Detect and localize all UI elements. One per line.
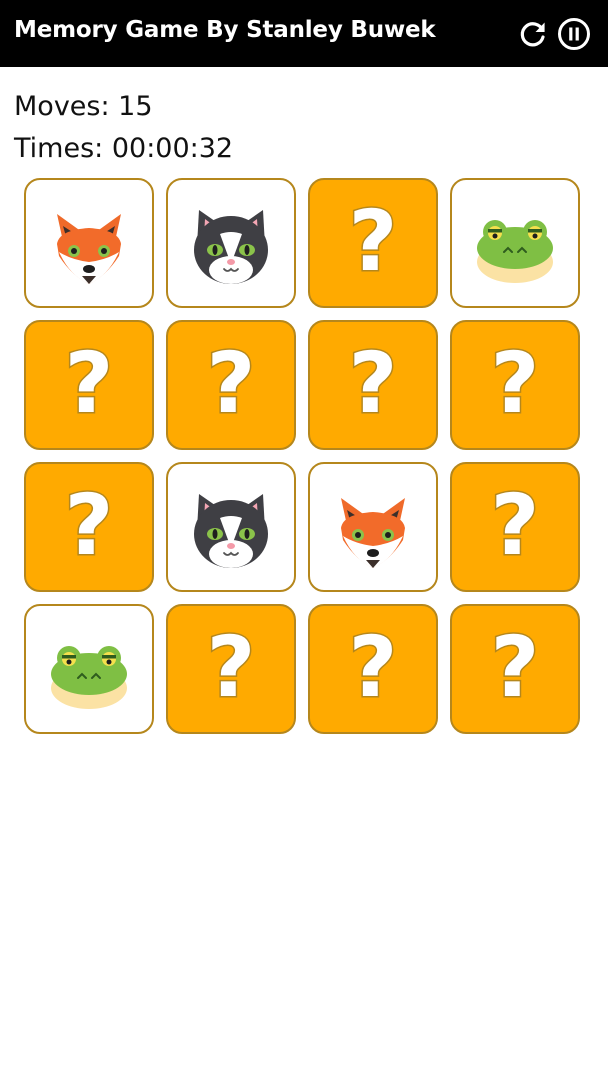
moves-label: Moves: bbox=[14, 91, 110, 122]
card-fox[interactable] bbox=[24, 178, 154, 308]
cat-icon bbox=[194, 210, 268, 284]
card-hidden[interactable]: ? bbox=[166, 604, 296, 734]
card-hidden[interactable]: ? bbox=[450, 320, 580, 450]
question-mark-icon: ? bbox=[63, 475, 115, 576]
card-hidden[interactable]: ? bbox=[308, 178, 438, 308]
card-frog[interactable] bbox=[450, 178, 580, 308]
question-mark-icon: ? bbox=[347, 617, 399, 718]
fox-icon bbox=[341, 498, 405, 568]
pause-icon bbox=[558, 18, 590, 50]
card-hidden[interactable]: ? bbox=[166, 320, 296, 450]
svg-text:?: ? bbox=[65, 334, 114, 432]
question-mark-icon: ? bbox=[347, 191, 399, 292]
time-label: Times: bbox=[14, 133, 104, 164]
timer: Times: 00:00:32 bbox=[14, 128, 233, 170]
frog-icon bbox=[51, 646, 127, 709]
card-hidden[interactable]: ? bbox=[24, 320, 154, 450]
card-hidden[interactable]: ? bbox=[308, 320, 438, 450]
svg-text:?: ? bbox=[491, 476, 540, 574]
svg-text:?: ? bbox=[207, 618, 256, 716]
svg-text:?: ? bbox=[65, 476, 114, 574]
card-hidden[interactable]: ? bbox=[450, 604, 580, 734]
fox-icon bbox=[57, 214, 121, 284]
card-cat[interactable] bbox=[166, 178, 296, 308]
restart-button[interactable] bbox=[516, 17, 550, 51]
question-mark-icon: ? bbox=[205, 333, 257, 434]
card-fox[interactable] bbox=[308, 462, 438, 592]
frog-icon bbox=[477, 220, 553, 283]
svg-text:?: ? bbox=[491, 618, 540, 716]
restart-icon bbox=[520, 22, 545, 47]
question-mark-icon: ? bbox=[489, 475, 541, 576]
memory-game-app: Memory Game By Stanley Buwek Moves: 15 T… bbox=[0, 0, 608, 1080]
question-mark-icon: ? bbox=[347, 333, 399, 434]
card-frog[interactable] bbox=[24, 604, 154, 734]
game-stats: Moves: 15 Times: 00:00:32 bbox=[14, 86, 233, 170]
card-cat[interactable] bbox=[166, 462, 296, 592]
card-hidden[interactable]: ? bbox=[308, 604, 438, 734]
pause-button[interactable] bbox=[557, 17, 591, 51]
moves-value: 15 bbox=[118, 91, 153, 122]
cat-icon bbox=[194, 494, 268, 568]
card-board: ?????????? bbox=[24, 178, 584, 738]
question-mark-icon: ? bbox=[489, 333, 541, 434]
question-mark-icon: ? bbox=[489, 617, 541, 718]
moves-counter: Moves: 15 bbox=[14, 86, 233, 128]
question-mark-icon: ? bbox=[205, 617, 257, 718]
card-hidden[interactable]: ? bbox=[450, 462, 580, 592]
card-hidden[interactable]: ? bbox=[24, 462, 154, 592]
svg-text:?: ? bbox=[207, 334, 256, 432]
time-value: 00:00:32 bbox=[111, 133, 234, 164]
header-bar: Memory Game By Stanley Buwek bbox=[0, 0, 608, 67]
app-title: Memory Game By Stanley Buwek bbox=[14, 17, 436, 43]
question-mark-icon: ? bbox=[63, 333, 115, 434]
svg-text:?: ? bbox=[349, 618, 398, 716]
svg-text:?: ? bbox=[491, 334, 540, 432]
svg-text:?: ? bbox=[349, 192, 398, 290]
svg-text:?: ? bbox=[349, 334, 398, 432]
